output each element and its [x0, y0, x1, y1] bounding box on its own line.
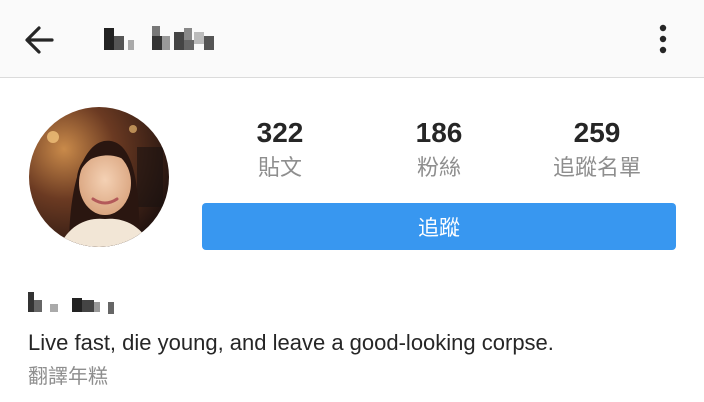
following-label: 追蹤名單 — [552, 156, 641, 181]
profile-bio: Live fast, die young, and leave a good-l… — [28, 330, 554, 355]
stat-following[interactable]: 259 追蹤名單 — [532, 116, 662, 184]
pixelated-username — [104, 26, 214, 50]
profile-avatar[interactable] — [29, 107, 169, 247]
arrow-left-icon — [25, 26, 54, 54]
stat-posts[interactable]: 322 貼文 — [215, 116, 345, 184]
back-button[interactable] — [18, 20, 62, 60]
translate-link[interactable]: 翻譯年糕 — [28, 362, 108, 390]
more-vertical-icon — [659, 24, 667, 54]
posts-count: 322 — [256, 117, 304, 148]
followers-count: 186 — [415, 117, 463, 148]
stat-followers[interactable]: 186 粉絲 — [374, 116, 504, 184]
top-bar — [0, 0, 704, 78]
more-options-button[interactable] — [648, 20, 678, 60]
avatar-image — [29, 107, 169, 247]
followers-label: 粉絲 — [416, 156, 461, 181]
posts-label: 貼文 — [257, 156, 302, 181]
following-count: 259 — [573, 117, 621, 148]
pixelated-display-name — [28, 292, 114, 314]
follow-button[interactable]: 追蹤 — [202, 203, 676, 250]
